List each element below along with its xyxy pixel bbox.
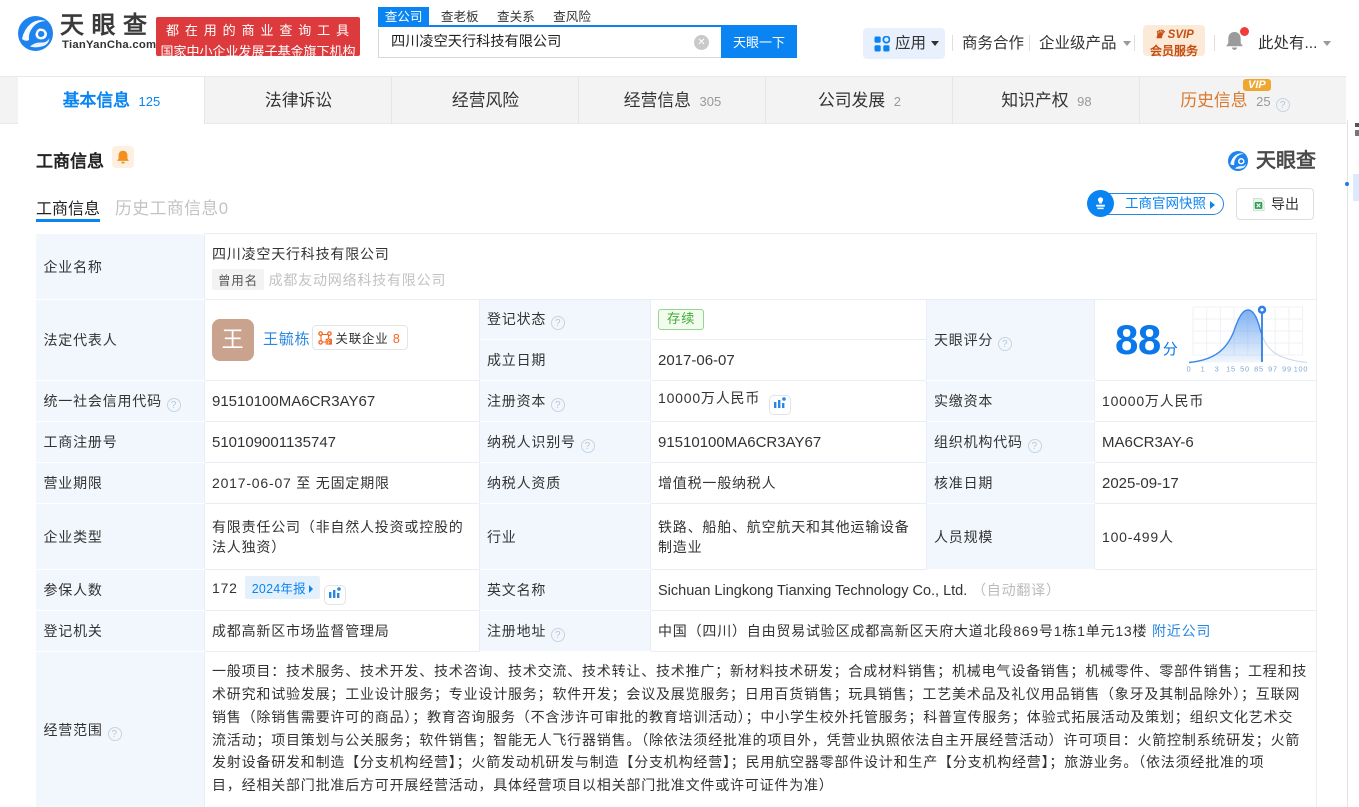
svg-text:99: 99 (1282, 365, 1292, 374)
svg-text:0: 0 (1187, 365, 1191, 374)
svg-text:15: 15 (1226, 365, 1236, 374)
svg-text:50: 50 (1240, 365, 1250, 374)
svg-text:3: 3 (1214, 365, 1219, 374)
svg-text:97: 97 (1268, 365, 1278, 374)
svg-text:100: 100 (1293, 365, 1308, 374)
svg-text:企: 企 (326, 338, 332, 345)
svg-text:1: 1 (1200, 365, 1205, 374)
svg-text:85: 85 (1254, 365, 1264, 374)
